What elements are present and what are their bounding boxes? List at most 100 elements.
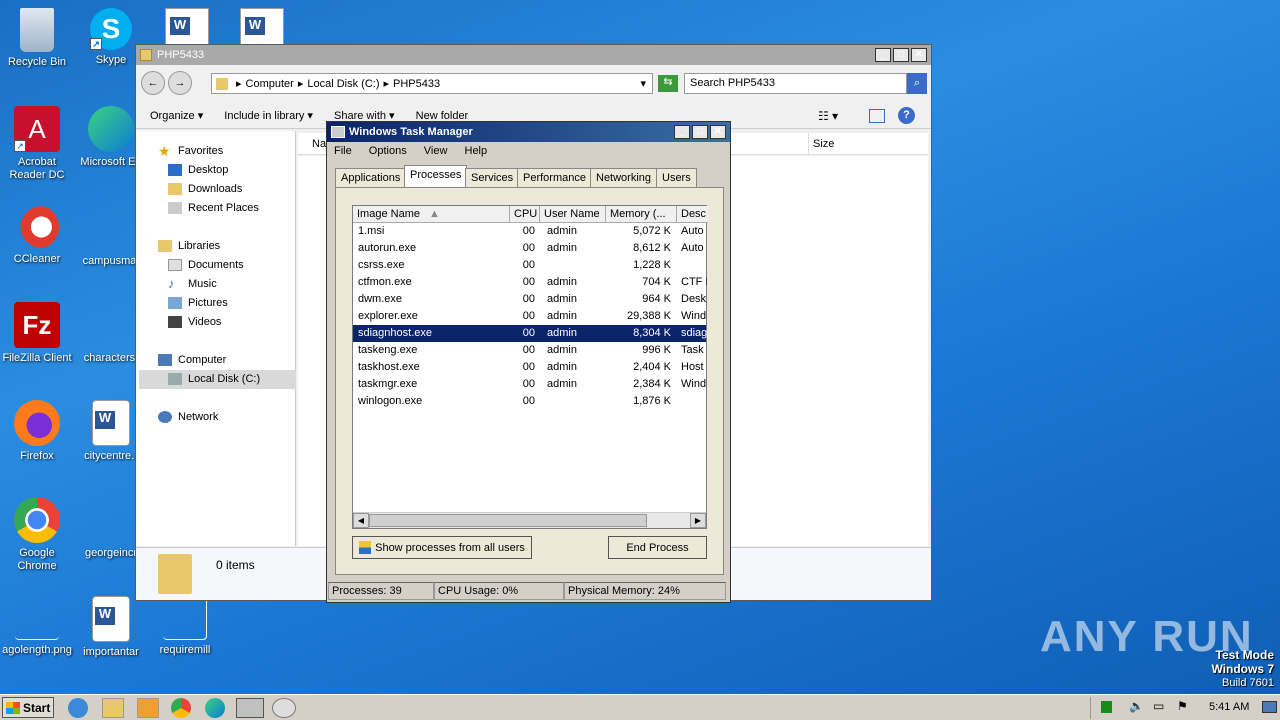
view-options-icon[interactable]: ☷ ▾ <box>818 109 838 123</box>
nav-music[interactable]: ♪ Music <box>168 277 217 290</box>
start-button[interactable]: Start <box>2 697 54 718</box>
tab-performance[interactable]: Performance <box>517 168 592 187</box>
show-all-processes-button[interactable]: Show processes from all users <box>352 536 532 559</box>
preview-pane-icon[interactable] <box>869 109 885 123</box>
task-manager-titlebar[interactable]: Windows Task Manager _ □ ✕ <box>327 122 730 142</box>
process-row[interactable]: sdiagnhost.exe 00 admin 8,304 K sdiag <box>353 325 707 342</box>
process-row[interactable]: taskmgr.exe 00 admin 2,384 K Wind <box>353 376 706 393</box>
nav-favorites[interactable]: ★ Favorites <box>158 144 223 158</box>
desktop-icon-recycle-bin[interactable]: Recycle Bin <box>0 8 74 69</box>
column-cpu[interactable]: CPU <box>510 206 540 223</box>
address-bar[interactable]: ▸ Computer ▸ Local Disk (C:) ▸ PHP5433 ▾ <box>211 73 653 94</box>
desktop-icon-requiremill[interactable]: requiremill <box>148 596 222 657</box>
close-button[interactable]: ✕ <box>710 125 726 139</box>
minimize-button[interactable]: _ <box>875 48 891 62</box>
refresh-icon[interactable]: ⇆ <box>658 75 678 92</box>
desktop-icon-agolength[interactable]: agolength.png <box>0 596 74 657</box>
tab-applications[interactable]: Applications <box>335 168 407 187</box>
include-in-library-button[interactable]: Include in library ▾ <box>224 109 313 122</box>
breadcrumb-php5433[interactable]: PHP5433 <box>393 78 440 90</box>
edge-taskbar-icon[interactable] <box>205 698 225 718</box>
process-user: admin <box>547 344 577 356</box>
process-row[interactable]: ctfmon.exe 00 admin 704 K CTF I <box>353 274 707 291</box>
desktop-icon-importantar[interactable]: W importantar <box>74 596 148 659</box>
diagnostic-taskbar-icon[interactable] <box>272 698 296 718</box>
search-icon[interactable]: ⌕ <box>907 73 927 94</box>
column-memory[interactable]: Memory (... <box>606 206 677 223</box>
tray-app-icon[interactable] <box>1101 701 1112 713</box>
process-user: admin <box>547 225 577 237</box>
scroll-left-button[interactable]: ◀ <box>353 513 369 528</box>
process-list[interactable]: Image Name ▲ CPU User Name Memory (... D… <box>352 205 708 529</box>
media-player-icon[interactable] <box>137 698 159 718</box>
scroll-right-button[interactable]: ▶ <box>690 513 706 528</box>
menu-help[interactable]: Help <box>465 145 488 157</box>
column-user-name[interactable]: User Name <box>540 206 606 223</box>
column-name[interactable]: Na <box>312 138 326 150</box>
nav-local-disk[interactable]: Local Disk (C:) <box>168 373 260 385</box>
ie-icon[interactable] <box>68 698 88 718</box>
nav-recent-places[interactable]: Recent Places <box>168 202 259 214</box>
forward-button[interactable]: → <box>168 71 192 95</box>
process-row[interactable]: autorun.exe 00 admin 8,612 K Auto <box>353 240 706 257</box>
clock[interactable]: 5:41 AM <box>1209 701 1249 713</box>
volume-icon[interactable]: 🔈 <box>1129 699 1144 713</box>
nav-network[interactable]: Network <box>158 411 218 423</box>
minimize-button[interactable]: _ <box>674 125 690 139</box>
menu-view[interactable]: View <box>424 145 448 157</box>
breadcrumb-computer[interactable]: Computer <box>246 78 294 90</box>
tab-networking[interactable]: Networking <box>590 168 658 187</box>
desktop-icon-acrobat[interactable]: A ↗ Acrobat Reader DC <box>0 106 74 182</box>
desktop-icon-label: Google Chrome <box>17 547 57 572</box>
process-row[interactable]: winlogon.exe 00 1,876 K <box>353 393 706 410</box>
scroll-thumb[interactable] <box>369 514 647 527</box>
nav-documents[interactable]: Documents <box>168 259 244 271</box>
process-description: Desk <box>681 293 707 305</box>
menu-options[interactable]: Options <box>369 145 407 157</box>
word-doc-icon[interactable]: W <box>240 8 284 46</box>
show-desktop-icon[interactable] <box>1262 701 1277 713</box>
nav-libraries[interactable]: Libraries <box>158 240 220 252</box>
nav-desktop[interactable]: Desktop <box>168 164 228 176</box>
column-image-name[interactable]: Image Name ▲ <box>353 206 510 223</box>
process-row[interactable]: taskhost.exe 00 admin 2,404 K Host <box>353 359 706 376</box>
maximize-button[interactable]: □ <box>692 125 708 139</box>
horizontal-scrollbar[interactable]: ◀ ▶ <box>353 512 706 528</box>
breadcrumb-local-disk[interactable]: Local Disk (C:) <box>307 78 379 90</box>
explorer-taskbar-icon[interactable] <box>102 698 124 718</box>
organize-button[interactable]: Organize ▾ <box>150 109 203 122</box>
process-row[interactable]: taskeng.exe 00 admin 996 K Task <box>353 342 706 359</box>
search-input[interactable]: Search PHP5433 <box>684 73 907 94</box>
close-button[interactable]: ✕ <box>911 48 927 62</box>
menu-file[interactable]: File <box>334 145 352 157</box>
end-process-button[interactable]: End Process <box>608 536 707 559</box>
task-manager-taskbar-icon[interactable] <box>236 698 264 718</box>
process-row[interactable]: csrss.exe 00 1,228 K <box>353 257 706 274</box>
nav-videos[interactable]: Videos <box>168 316 221 328</box>
column-size[interactable]: Size <box>808 133 888 155</box>
process-row[interactable]: explorer.exe 00 admin 29,388 K Wind <box>353 308 706 325</box>
process-cpu: 00 <box>522 259 535 271</box>
desktop-icon-filezilla[interactable]: Fz FileZilla Client <box>0 302 74 365</box>
tab-processes[interactable]: Processes <box>404 165 468 187</box>
process-row[interactable]: dwm.exe 00 admin 964 K Desk <box>353 291 706 308</box>
explorer-titlebar[interactable]: PHP5433 _ □ ✕ <box>136 45 931 65</box>
process-row[interactable]: 1.msi 00 admin 5,072 K Auto <box>353 223 706 240</box>
chevron-down-icon[interactable]: ▾ <box>640 77 646 90</box>
desktop-icon-firefox[interactable]: Firefox <box>0 400 74 463</box>
tab-users[interactable]: Users <box>656 168 697 187</box>
maximize-button[interactable]: □ <box>893 48 909 62</box>
help-icon[interactable]: ? <box>898 107 915 124</box>
nav-downloads[interactable]: Downloads <box>168 183 242 195</box>
flag-icon[interactable]: ⚑ <box>1177 699 1188 713</box>
nav-pictures[interactable]: Pictures <box>168 297 228 309</box>
column-description[interactable]: Desc <box>677 206 708 223</box>
word-doc-icon[interactable]: W <box>165 8 209 46</box>
back-button[interactable]: ← <box>141 71 165 95</box>
network-tray-icon[interactable]: ▭ <box>1153 699 1164 713</box>
chrome-taskbar-icon[interactable] <box>171 698 191 718</box>
desktop-icon-chrome[interactable]: Google Chrome <box>0 497 74 573</box>
nav-computer[interactable]: Computer <box>158 354 226 366</box>
tab-services[interactable]: Services <box>465 168 520 187</box>
desktop-icon-ccleaner[interactable]: CCleaner <box>0 205 74 266</box>
